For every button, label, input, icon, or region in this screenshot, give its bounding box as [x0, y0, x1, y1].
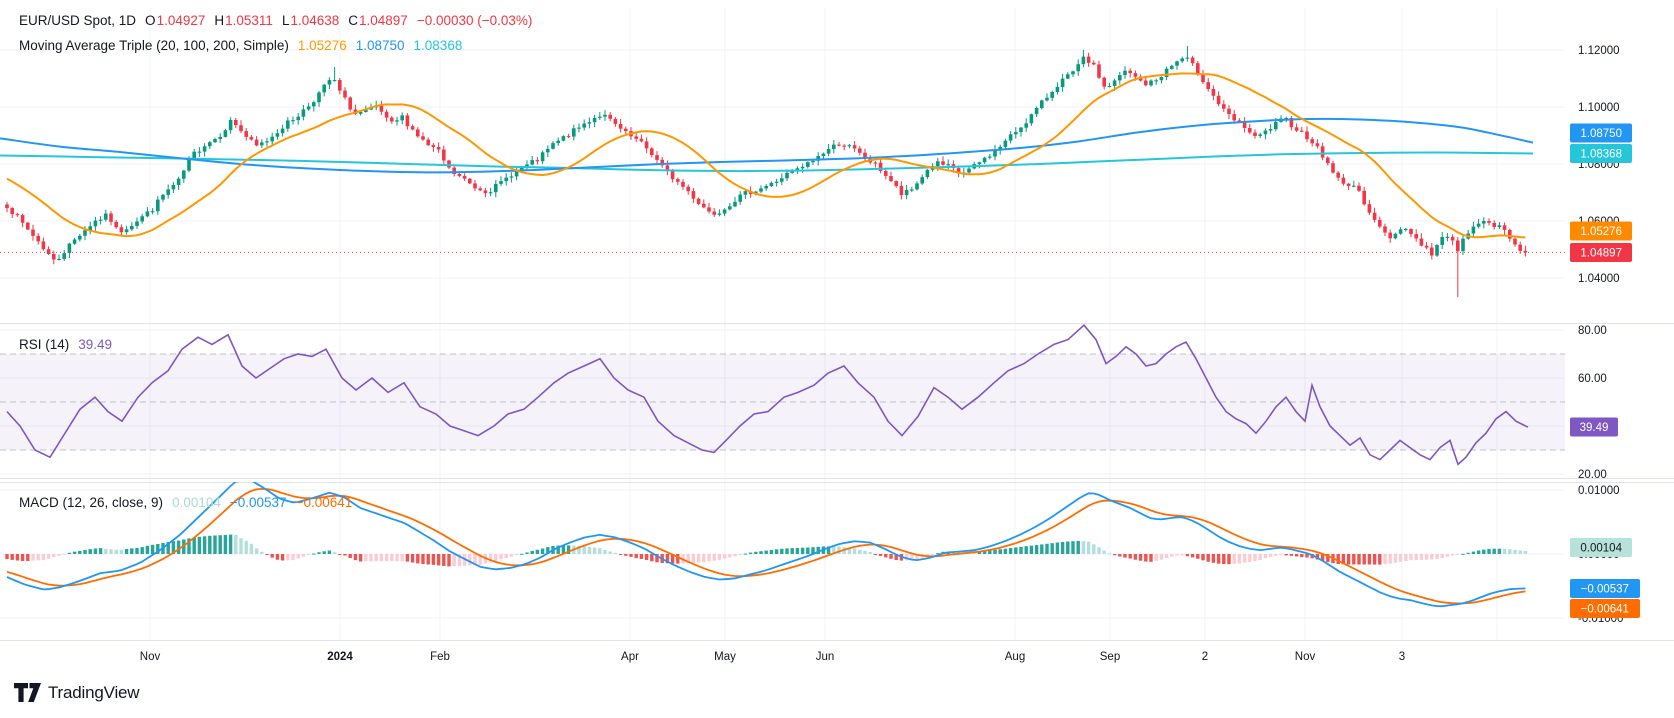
- ma20-value: 1.05276: [297, 38, 347, 53]
- macd-badge-1: −0.00537: [1570, 579, 1640, 598]
- price-badge-3: 1.04897: [1570, 243, 1632, 262]
- tradingview-chart-window: 1.120001.100001.080001.060001.0400080.00…: [0, 0, 1674, 718]
- svg-text:2: 2: [1202, 651, 1208, 663]
- price-axis[interactable]: 1.120001.100001.080001.060001.0400080.00…: [1565, 0, 1674, 640]
- symbol-title: EUR/USD Spot, 1D: [19, 13, 137, 28]
- ohlc-high: H 1.05311: [214, 13, 273, 28]
- macd-label: MACD (12, 26, close, 9): [19, 495, 164, 510]
- svg-text:1.04897: 1.04897: [1580, 248, 1622, 260]
- ohlc-low: L 1.04638: [281, 13, 340, 28]
- moving-averages: [0, 72, 1534, 239]
- svg-text:20.00: 20.00: [1578, 469, 1607, 481]
- rsi-band: [0, 353, 1565, 451]
- tradingview-logo-text: TradingView: [48, 683, 140, 702]
- macd-line-value: −0.00537: [229, 495, 287, 510]
- svg-text:−0.00537: −0.00537: [1581, 584, 1629, 596]
- svg-text:Nov: Nov: [1295, 651, 1316, 663]
- svg-text:0.00104: 0.00104: [1580, 543, 1622, 555]
- svg-text:1.12000: 1.12000: [1578, 45, 1620, 57]
- tradingview-logo-icon: [14, 683, 41, 702]
- svg-text:1.10000: 1.10000: [1578, 102, 1620, 114]
- chart-canvas[interactable]: 1.120001.100001.080001.060001.0400080.00…: [0, 0, 1674, 672]
- macd-histogram-value: 0.00104: [172, 495, 221, 510]
- svg-text:−0.00641: −0.00641: [1581, 604, 1629, 616]
- svg-text:Apr: Apr: [621, 651, 639, 663]
- rsi-indicator-header[interactable]: RSI (14) 39.49: [19, 337, 112, 352]
- svg-text:60.00: 60.00: [1578, 373, 1607, 385]
- ma200-value: 1.08368: [413, 38, 463, 53]
- grid-horizontal: [0, 49, 1565, 619]
- svg-text:Nov: Nov: [140, 651, 161, 663]
- svg-text:1.08750: 1.08750: [1580, 128, 1622, 140]
- price-badge-0: 1.08750: [1570, 123, 1632, 143]
- svg-text:0.01000: 0.01000: [1578, 485, 1620, 497]
- ohlc-close: C 1.04897: [348, 13, 408, 28]
- price-badge-2: 1.05276: [1570, 221, 1632, 241]
- svg-text:Jun: Jun: [816, 651, 835, 663]
- svg-text:1.04000: 1.04000: [1578, 273, 1620, 285]
- rsi-label: RSI (14): [19, 337, 70, 352]
- ma-indicator-header[interactable]: Moving Average Triple (20, 100, 200, Sim…: [19, 38, 462, 53]
- macd-badge-0: 0.00104: [1570, 538, 1632, 557]
- svg-text:1.05276: 1.05276: [1580, 226, 1622, 238]
- price-badge-1: 1.08368: [1570, 144, 1632, 163]
- macd-badge-2: −0.00641: [1570, 599, 1640, 618]
- svg-text:3: 3: [1399, 651, 1405, 663]
- svg-text:Feb: Feb: [430, 651, 450, 663]
- rsi-badge: 39.49: [1570, 417, 1618, 437]
- svg-text:39.49: 39.49: [1580, 422, 1609, 434]
- ohlc-open: O 1.04927: [145, 13, 206, 28]
- svg-text:80.00: 80.00: [1578, 325, 1607, 337]
- symbol-header[interactable]: EUR/USD Spot, 1D O 1.04927 H 1.05311 L 1.04…: [19, 13, 532, 28]
- svg-text:2024: 2024: [327, 651, 353, 663]
- change-value: −0.00030 (−0.03%): [416, 13, 533, 28]
- svg-text:Aug: Aug: [1005, 651, 1025, 663]
- macd-signal-value: −0.00641: [295, 495, 353, 510]
- tradingview-logo[interactable]: TradingView: [14, 683, 140, 703]
- time-axis[interactable]: Nov 2024 Feb Apr May Jun Aug Sep 2 Nov 3: [0, 641, 1674, 671]
- macd-indicator-header[interactable]: MACD (12, 26, close, 9) 0.00104 −0.00537…: [19, 495, 352, 510]
- ma-indicator-label: Moving Average Triple (20, 100, 200, Sim…: [19, 38, 289, 53]
- ma100-value: 1.08750: [355, 38, 405, 53]
- svg-text:May: May: [714, 651, 736, 663]
- svg-text:Sep: Sep: [1100, 651, 1120, 663]
- svg-text:1.08368: 1.08368: [1580, 149, 1622, 161]
- rsi-value: 39.49: [78, 337, 113, 352]
